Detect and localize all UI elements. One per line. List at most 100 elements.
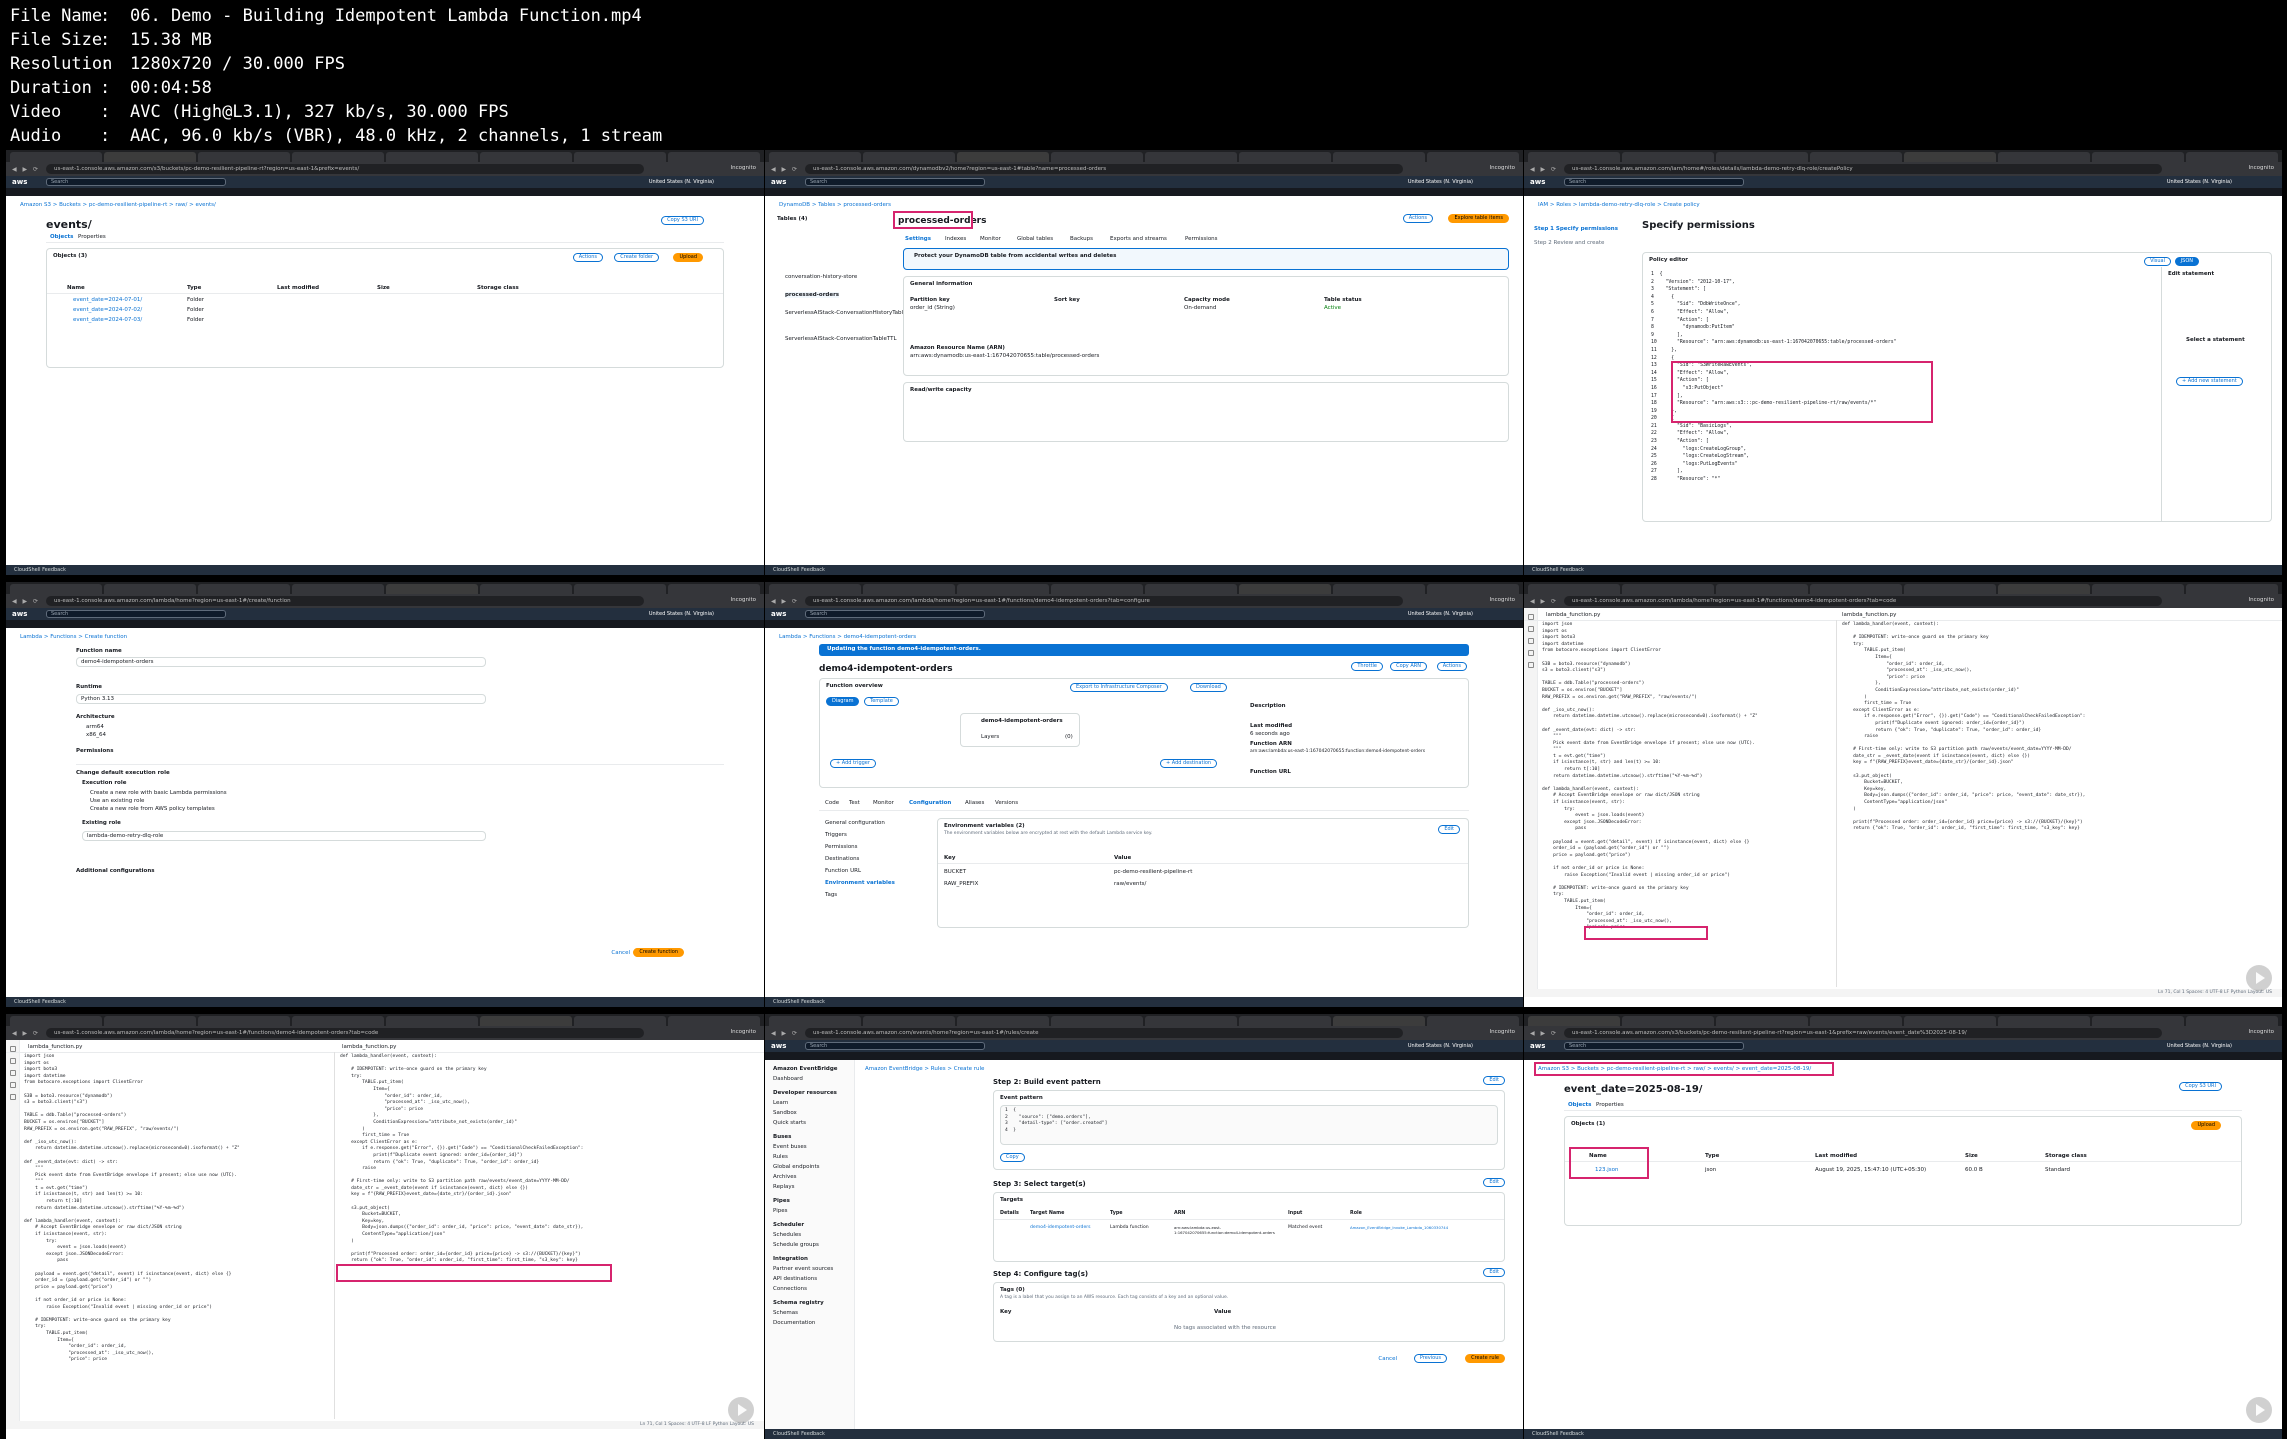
aws-logo[interactable]: aws: [1530, 178, 1545, 186]
file-tab-left[interactable]: lambda_function.py: [1546, 612, 1600, 618]
sidebar-item[interactable]: Learn: [765, 1098, 854, 1108]
runtime-select[interactable]: Python 3.13: [76, 694, 486, 704]
address-bar[interactable]: ◀ ▶ ⟳ us-east-1.console.aws.amazon.com/ev…: [765, 1026, 1523, 1040]
extensions-icon[interactable]: [1527, 662, 1534, 668]
table-list-item[interactable]: ServerlessAIStack-ConversationTableTTL: [785, 336, 897, 342]
explore-items-button[interactable]: Explore table items: [1448, 214, 1509, 223]
nav-icons[interactable]: ◀ ▶ ⟳: [12, 166, 40, 173]
source-control-icon[interactable]: [9, 1070, 16, 1076]
region-selector[interactable]: United States (N. Virginia): [2167, 179, 2232, 185]
sidebar-section[interactable]: Schema registry: [765, 1298, 854, 1308]
browser-tabbar[interactable]: [765, 150, 1523, 162]
role-option[interactable]: Create a new role with basic Lambda perm…: [90, 790, 227, 796]
actions-button[interactable]: Actions: [1402, 214, 1433, 223]
download-button[interactable]: Download: [1190, 683, 1227, 692]
tab-permissions[interactable]: Permissions: [1185, 236, 1218, 242]
sidebar-item[interactable]: Sandbox: [765, 1108, 854, 1118]
tab-objects[interactable]: Objects: [50, 234, 73, 240]
browser-tabbar[interactable]: [765, 582, 1523, 594]
sidebar-section[interactable]: Integration: [765, 1254, 854, 1264]
tab-monitor[interactable]: Monitor: [873, 800, 894, 806]
col-size[interactable]: Size: [377, 285, 390, 291]
edit-env-button[interactable]: Edit: [1438, 825, 1460, 834]
edit-step2-button[interactable]: Edit: [1483, 1076, 1505, 1085]
existing-role-select[interactable]: lambda-demo-retry-dlq-role: [82, 831, 486, 841]
code-right[interactable]: def lambda_handler(event, context): # ID…: [1842, 622, 2085, 833]
run-icon[interactable]: [9, 1082, 16, 1088]
browser-tabbar[interactable]: [1524, 582, 2282, 594]
sidebar-item[interactable]: Global endpoints: [765, 1162, 854, 1172]
copy-s3-uri-button[interactable]: Copy S3 URI: [661, 216, 704, 225]
address-bar[interactable]: ◀ ▶ ⟳ us-east-1.console.aws.amazon.com/ia…: [1524, 162, 2282, 176]
tab-versions[interactable]: Versions: [995, 800, 1018, 806]
function-name-input[interactable]: demo4-idempotent-orders: [76, 657, 486, 667]
pattern-code-box[interactable]: 1 { 2 "source": ["demo.orders"], 3 "deta…: [1000, 1105, 1498, 1145]
table-row[interactable]: event_date=2024-07-03/: [73, 317, 142, 323]
col-size[interactable]: Size: [1965, 1153, 1978, 1159]
browser-tabbar[interactable]: [6, 150, 764, 162]
browser-tabbar[interactable]: [765, 1014, 1523, 1026]
table-list-item[interactable]: conversation-history-store: [785, 274, 857, 280]
config-nav-item[interactable]: Destinations: [825, 856, 859, 862]
col-name[interactable]: Name: [67, 285, 85, 291]
aws-search[interactable]: Search: [805, 610, 985, 618]
arch-option[interactable]: arm64: [86, 724, 104, 730]
overview-title[interactable]: Function overview: [826, 683, 883, 689]
sidebar-item[interactable]: Quick starts: [765, 1118, 854, 1128]
browser-tabbar[interactable]: [1524, 150, 2282, 162]
target-role[interactable]: Amazon_EventBridge_Invoke_Lambda_1060330…: [1350, 1225, 1448, 1230]
source-control-icon[interactable]: [1527, 638, 1534, 644]
code-left[interactable]: import json import os import boto3 impor…: [1542, 622, 1758, 932]
sidebar-section[interactable]: Developer resources: [765, 1088, 854, 1098]
role-option[interactable]: Use an existing role: [90, 798, 144, 804]
target-name[interactable]: demo4-idempotent-orders: [1030, 1225, 1091, 1230]
sidebar-item[interactable]: Replays: [765, 1182, 854, 1192]
config-nav-item-active[interactable]: Environment variables: [825, 880, 895, 886]
file-tab-left[interactable]: lambda_function.py: [28, 1044, 82, 1050]
url-field[interactable]: us-east-1.console.aws.amazon.com/lambda/…: [46, 1028, 644, 1038]
nav-icons[interactable]: ◀ ▶ ⟳: [1530, 1030, 1558, 1037]
cancel-button[interactable]: Cancel: [611, 950, 630, 956]
add-destination-button[interactable]: + Add destination: [1160, 759, 1218, 768]
aws-search[interactable]: Search: [1564, 178, 1744, 186]
table-list-item[interactable]: ServerlessAIStack-ConversationHistoryTab…: [785, 310, 906, 316]
address-bar[interactable]: ◀ ▶ ⟳ us-east-1.console.aws.amazon.com/s3…: [6, 162, 764, 176]
run-icon[interactable]: [1527, 650, 1534, 656]
region-selector[interactable]: United States (N. Virginia): [649, 179, 714, 185]
nav-icons[interactable]: ◀ ▶ ⟳: [12, 598, 40, 605]
region-selector[interactable]: United States (N. Virginia): [2167, 1043, 2232, 1049]
browser-tabbar[interactable]: [1524, 1014, 2282, 1026]
aws-logo[interactable]: aws: [12, 610, 27, 618]
tab-aliases[interactable]: Aliases: [965, 800, 984, 806]
wizard-step-2[interactable]: Step 2 Review and create: [1534, 240, 1604, 246]
url-field[interactable]: us-east-1.console.aws.amazon.com/dynamod…: [805, 164, 1403, 174]
address-bar[interactable]: ◀ ▶ ⟳ us-east-1.console.aws.amazon.com/la…: [6, 1026, 764, 1040]
sidebar-section[interactable]: Scheduler: [765, 1220, 854, 1230]
col-type[interactable]: Type: [187, 285, 201, 291]
actions-button[interactable]: Actions: [1436, 662, 1467, 671]
table-row[interactable]: event_date=2024-07-01/: [73, 297, 142, 303]
breadcrumb[interactable]: Lambda > Functions > Create function: [20, 634, 127, 640]
breadcrumb[interactable]: Amazon S3 > Buckets > pc-demo-resilient-…: [20, 202, 216, 208]
breadcrumb[interactable]: IAM > Roles > lambda-demo-retry-dlq-role…: [1538, 202, 1700, 208]
change-role-toggle[interactable]: Change default execution role: [76, 770, 170, 776]
url-field[interactable]: us-east-1.console.aws.amazon.com/events/…: [805, 1028, 1403, 1038]
diagram-toggle[interactable]: Diagram: [826, 697, 860, 706]
code-left[interactable]: import json import os import boto3 impor…: [24, 1054, 240, 1364]
tab-properties[interactable]: Properties: [78, 234, 106, 240]
aws-search[interactable]: Search: [1564, 1042, 1744, 1050]
config-nav-item[interactable]: Permissions: [825, 844, 858, 850]
upload-button[interactable]: Upload: [673, 253, 703, 262]
address-bar[interactable]: ◀ ▶ ⟳ us-east-1.console.aws.amazon.com/la…: [6, 594, 764, 608]
nav-icons[interactable]: ◀ ▶ ⟳: [771, 1030, 799, 1037]
col-storage[interactable]: Storage class: [2045, 1153, 2087, 1159]
aws-search[interactable]: Search: [46, 178, 226, 186]
copy-s3-uri-button[interactable]: Copy S3 URI: [2179, 1082, 2222, 1091]
sidebar-section[interactable]: Pipes: [765, 1196, 854, 1206]
aws-logo[interactable]: aws: [771, 1042, 786, 1050]
search-icon[interactable]: [9, 1058, 16, 1064]
split-divider[interactable]: [1836, 620, 1837, 987]
role-option[interactable]: Create a new role from AWS policy templa…: [90, 806, 215, 812]
add-statement-button[interactable]: + Add new statement: [2176, 377, 2243, 386]
tab-code[interactable]: Code: [825, 800, 839, 806]
